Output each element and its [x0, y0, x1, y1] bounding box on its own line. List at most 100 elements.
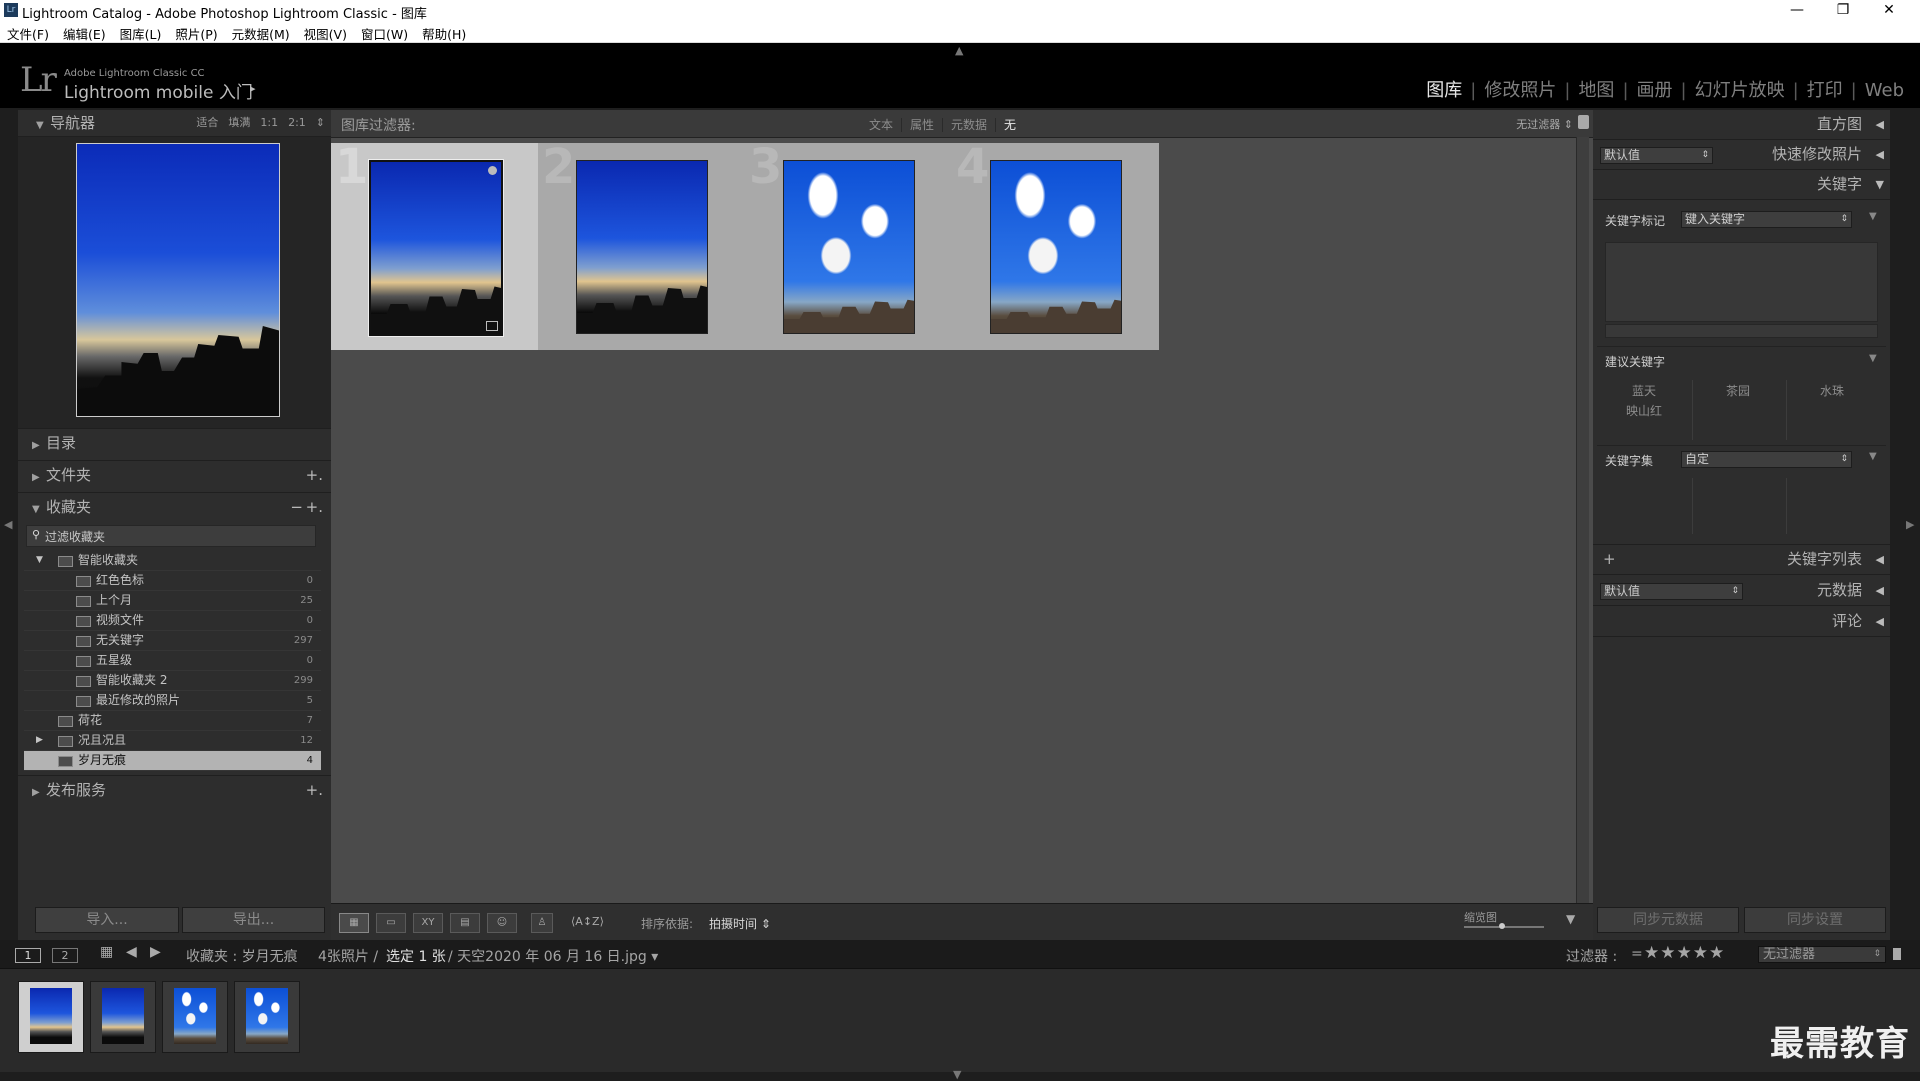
grid-cell[interactable]: 4 — [952, 139, 1159, 350]
sync-settings-button[interactable]: 同步设置 — [1744, 907, 1886, 933]
keywording-header[interactable]: 关键字 ▼ — [1593, 170, 1890, 200]
collection-item[interactable]: 无关键字 297 — [24, 631, 321, 651]
keyword-entry-field[interactable] — [1605, 324, 1878, 338]
expand-triangle-icon[interactable]: ▶ — [32, 432, 46, 460]
module-develop[interactable]: 修改照片 — [1476, 80, 1564, 101]
thumbnail-size-knob[interactable] — [1499, 923, 1505, 929]
photo-thumbnail[interactable] — [576, 160, 708, 334]
filmstrip-thumbnail[interactable] — [162, 981, 228, 1053]
quick-develop-preset-select[interactable]: 默认值 ⇕ — [1600, 147, 1713, 164]
keyword-list-header[interactable]: + 关键字列表 ◀ — [1593, 544, 1890, 575]
collapse-triangle-icon[interactable]: ▼ — [36, 551, 43, 570]
identity-plate[interactable]: Lightroom mobile 入门 — [64, 78, 253, 103]
close-button[interactable]: ✕ — [1866, 0, 1912, 22]
menu-file[interactable]: 文件(F) — [0, 22, 56, 43]
collections-section[interactable]: ▼ 收藏夹 − +. — [18, 492, 331, 521]
folders-section[interactable]: ▶ 文件夹 +. — [18, 460, 331, 489]
back-arrow-icon[interactable]: ◀ — [126, 944, 137, 960]
menu-edit[interactable]: 编辑(E) — [56, 22, 113, 43]
suggested-keyword[interactable]: 映山红 — [1599, 402, 1689, 419]
add-collection-icon[interactable]: +. — [306, 493, 323, 521]
remove-collection-icon[interactable]: − — [290, 493, 303, 521]
sort-direction-icon[interactable]: ⟨A↕Z⟩ — [571, 915, 604, 928]
add-publish-icon[interactable]: +. — [306, 776, 323, 804]
catalog-section[interactable]: ▶ 目录 — [18, 428, 331, 457]
collection-badge-icon[interactable] — [486, 321, 498, 331]
forward-arrow-icon[interactable]: ▶ — [150, 944, 161, 960]
right-panel-toggle-icon[interactable]: ▶ — [1906, 518, 1914, 531]
grid-cell[interactable]: 2 — [538, 139, 745, 350]
publish-section[interactable]: ▶ 发布服务 +. — [18, 775, 331, 804]
keyword-set-select[interactable]: 自定 ⇕ — [1681, 451, 1852, 468]
zoom-1-1[interactable]: 1:1 — [260, 116, 278, 129]
selected-filename[interactable]: / 天空2020 年 06 月 16 日.jpg ▾ — [448, 946, 658, 966]
collapse-triangle-icon[interactable]: ▼ — [36, 113, 50, 139]
expand-triangle-icon[interactable]: ◀ — [1876, 110, 1884, 139]
filmstrip-thumbnail[interactable] — [18, 981, 84, 1053]
zoom-2-1[interactable]: 2:1 — [288, 116, 306, 129]
collection-item[interactable]: 视频文件 0 — [24, 611, 321, 631]
menu-photo[interactable]: 照片(P) — [168, 22, 224, 43]
module-library[interactable]: 图库 — [1418, 80, 1470, 101]
collapse-triangle-icon[interactable]: ▼ — [32, 496, 46, 524]
metadata-preset-select[interactable]: 默认值 ⇕ — [1600, 583, 1743, 600]
expand-triangle-icon[interactable]: ◀ — [1876, 576, 1884, 605]
histogram-header[interactable]: 直方图 ◀ — [1593, 110, 1890, 140]
collection-item[interactable]: 荷花 7 — [24, 711, 321, 731]
expand-triangle-icon[interactable]: ▶ — [32, 779, 46, 807]
export-button[interactable]: 导出... — [182, 907, 325, 933]
photo-thumbnail[interactable] — [990, 160, 1122, 334]
keyword-tags-select[interactable]: 键入关键字 ⇕ — [1681, 211, 1852, 228]
suggested-keyword[interactable]: 蓝天 — [1599, 382, 1689, 399]
painter-spray-icon[interactable]: ♙ — [531, 913, 553, 933]
filter-none[interactable]: 无 — [996, 118, 1024, 132]
collection-item[interactable]: 岁月无痕 4 — [24, 751, 321, 771]
keyword-tags-menu-icon[interactable]: ▼ — [1869, 211, 1877, 222]
add-keyword-icon[interactable]: + — [1603, 545, 1616, 574]
collection-item[interactable]: 智能收藏夹 2 299 — [24, 671, 321, 691]
grid-cell[interactable]: 3 — [745, 139, 952, 350]
module-web[interactable]: Web — [1857, 80, 1912, 101]
window-1-button[interactable]: 1 — [15, 948, 41, 963]
module-map[interactable]: 地图 — [1570, 80, 1622, 101]
menu-help[interactable]: 帮助(H) — [415, 22, 473, 43]
filmstrip-filter-select[interactable]: 无过滤器 ⇕ — [1758, 946, 1886, 963]
zoom-fit[interactable]: 适合 — [196, 116, 218, 129]
suggested-keyword[interactable]: 水珠 — [1787, 382, 1877, 399]
collection-item[interactable]: 最近修改的照片 5 — [24, 691, 321, 711]
collection-item[interactable]: 五星级 0 — [24, 651, 321, 671]
expand-triangle-icon[interactable]: ▶ — [36, 731, 43, 750]
filter-preset-select[interactable]: 无过滤器 ⇕ — [1516, 116, 1573, 132]
sync-metadata-button[interactable]: 同步元数据 — [1597, 907, 1739, 933]
minimize-button[interactable]: — — [1774, 0, 1820, 22]
import-button[interactable]: 导入... — [35, 907, 179, 933]
menu-metadata[interactable]: 元数据(M) — [225, 22, 297, 43]
compare-view-icon[interactable]: XY — [413, 913, 443, 933]
zoom-fill[interactable]: 填满 — [228, 116, 250, 129]
loupe-view-icon[interactable]: ▭ — [376, 913, 406, 933]
photo-thumbnail[interactable] — [369, 160, 503, 336]
source-label[interactable]: 收藏夹 : 岁月无痕 — [186, 946, 298, 966]
navigator-header[interactable]: ▼ 导航器 适合 填满 1:1 2:1 ⇕ — [18, 110, 331, 137]
filter-lock-icon[interactable] — [1893, 948, 1901, 960]
collection-item[interactable]: ▼ 智能收藏夹 — [24, 551, 321, 571]
filmstrip-thumbnail[interactable] — [234, 981, 300, 1053]
maximize-button[interactable]: ❐ — [1820, 0, 1866, 22]
module-book[interactable]: 画册 — [1629, 80, 1681, 101]
left-panel-toggle-icon[interactable]: ◀ — [4, 518, 12, 531]
filter-metadata[interactable]: 元数据 — [943, 118, 997, 132]
identity-arrow-icon[interactable]: ▸ — [250, 82, 256, 95]
collapse-triangle-icon[interactable]: ▼ — [1869, 353, 1877, 364]
flag-badge-icon[interactable] — [488, 166, 497, 175]
survey-view-icon[interactable]: ▤ — [450, 913, 480, 933]
filter-attribute[interactable]: 属性 — [902, 118, 944, 132]
filter-text[interactable]: 文本 — [861, 118, 903, 132]
zoom-stepper-icon[interactable]: ⇕ — [316, 116, 325, 129]
collapse-triangle-icon[interactable]: ▼ — [1876, 170, 1884, 199]
grid-cell[interactable]: 1 — [331, 139, 538, 350]
lock-icon[interactable] — [1578, 115, 1589, 129]
rating-operator[interactable]: = — [1631, 946, 1643, 962]
expand-triangle-icon[interactable]: ◀ — [1876, 140, 1884, 169]
keyword-set-menu-icon[interactable]: ▼ — [1869, 451, 1877, 462]
top-panel-toggle-icon[interactable]: ▲ — [955, 44, 963, 57]
